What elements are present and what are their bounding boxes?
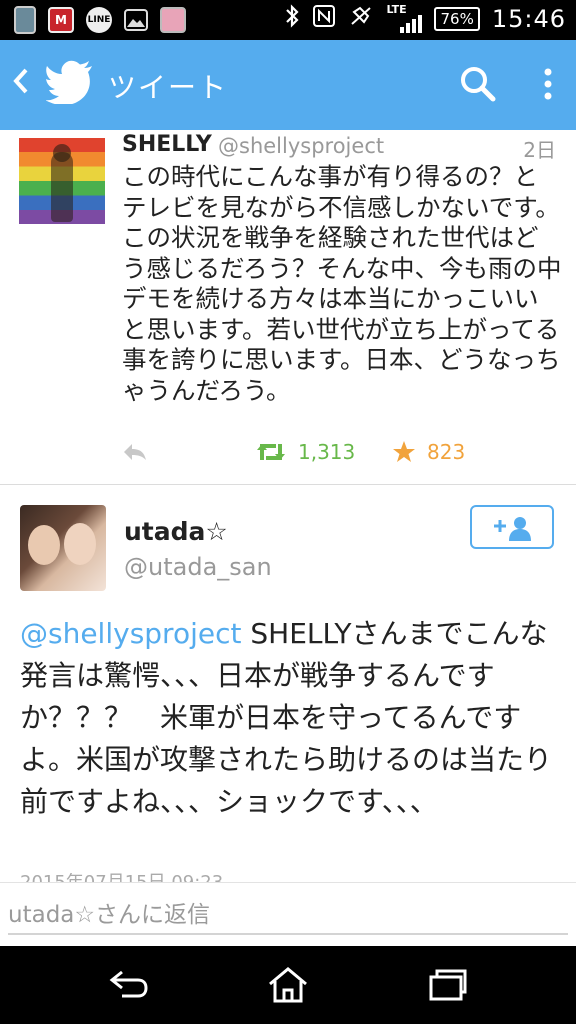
page-title: ツイート — [108, 71, 229, 104]
battery-icon: 76% — [434, 6, 480, 31]
clock: 15:46 — [491, 4, 566, 33]
input-underline — [8, 933, 568, 935]
back-icon[interactable] — [10, 64, 30, 104]
nav-recent-icon[interactable] — [428, 968, 468, 1006]
network-type: LTE — [386, 2, 407, 16]
phone-icon — [14, 6, 36, 34]
reply-icon[interactable] — [122, 442, 148, 462]
author-name[interactable]: SHELLY — [122, 132, 212, 157]
author-handle[interactable]: @shellysproject — [218, 134, 384, 158]
add-user-icon — [494, 517, 531, 541]
search-icon[interactable] — [458, 64, 498, 104]
signal-icon: LTE — [386, 2, 423, 33]
mention-link[interactable]: @shellysproject — [20, 617, 241, 650]
nav-home-icon[interactable] — [266, 966, 310, 1008]
main-tweet: utada☆ @utada_san @shellysproject SHELLY… — [0, 485, 576, 885]
app-bar: ツイート — [0, 40, 576, 130]
author-name[interactable]: utada☆ — [124, 517, 228, 546]
avatar[interactable] — [20, 505, 106, 591]
tweet-time: 2日 — [523, 138, 556, 162]
bluetooth-icon — [284, 4, 300, 33]
avatar[interactable] — [19, 138, 105, 224]
tweet-actions: 1,313 823 — [122, 440, 562, 470]
tweet-text: @shellysproject SHELLYさんまでこんな発言は驚愕、、、日本が… — [20, 613, 560, 823]
status-bar: M LINE LTE 76% 15:46 — [0, 0, 576, 40]
twitter-bird-icon[interactable] — [45, 60, 94, 106]
parent-tweet[interactable]: SHELLY @shellysproject 2日 この時代にこんな事が有り得る… — [0, 130, 576, 480]
retweet-count: 1,313 — [298, 440, 356, 464]
follow-button[interactable] — [470, 505, 554, 549]
reply-bar[interactable]: utada☆さんに返信 — [0, 882, 576, 947]
nav-back-icon[interactable] — [108, 968, 150, 1006]
retweet-icon[interactable] — [256, 440, 286, 464]
image-icon — [124, 9, 148, 31]
notification-icons: M LINE — [14, 6, 186, 34]
reply-input[interactable]: utada☆さんに返信 — [8, 895, 210, 929]
more-icon[interactable] — [540, 66, 556, 106]
app-icon — [160, 7, 186, 33]
navigation-bar — [0, 946, 576, 1024]
tweet-text: この時代にこんな事が有り得るの？とテレビを見ながら不信感しかないです。この状況を… — [122, 162, 562, 405]
mute-icon — [348, 4, 374, 33]
nfc-icon — [312, 4, 336, 33]
favorite-count: 823 — [427, 440, 466, 464]
line-icon: LINE — [86, 7, 112, 33]
system-icons: LTE 76% 15:46 — [284, 2, 566, 33]
star-icon[interactable] — [392, 440, 416, 464]
mcafee-icon: M — [48, 7, 74, 33]
author-handle[interactable]: @utada_san — [124, 553, 272, 581]
